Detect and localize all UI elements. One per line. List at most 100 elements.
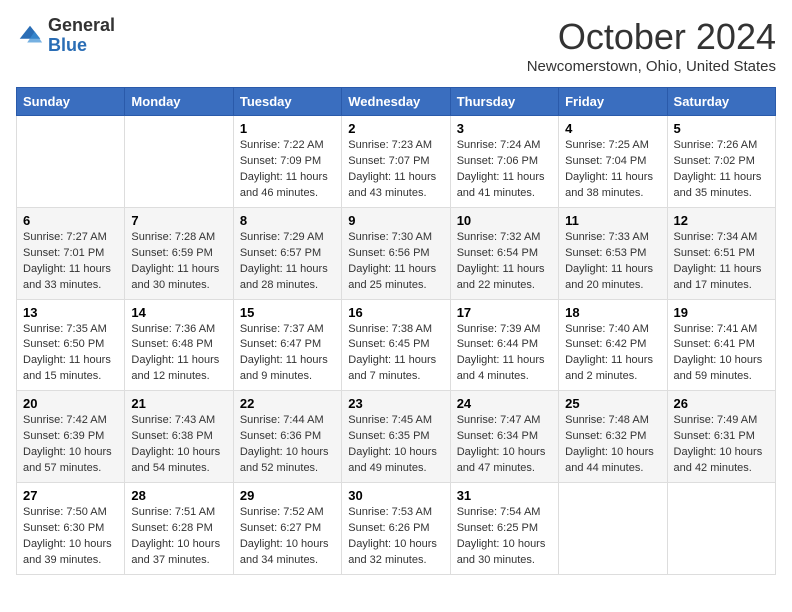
- day-info: Sunrise: 7:48 AM Sunset: 6:32 PM Dayligh…: [565, 413, 660, 477]
- day-info: Sunrise: 7:45 AM Sunset: 6:35 PM Dayligh…: [348, 413, 443, 477]
- day-number: 14: [131, 305, 226, 320]
- day-number: 7: [131, 213, 226, 228]
- day-info: Sunrise: 7:49 AM Sunset: 6:31 PM Dayligh…: [674, 413, 769, 477]
- calendar-cell: 10 Sunrise: 7:32 AM Sunset: 6:54 PM Dayli…: [450, 207, 558, 299]
- page-header: General Blue October 2024 Newcomerstown,…: [16, 16, 776, 75]
- calendar-cell: 31Sunrise: 7:54 AM Sunset: 6:25 PM Dayli…: [450, 483, 558, 575]
- calendar-cell: 13Sunrise: 7:35 AM Sunset: 6:50 PM Dayli…: [17, 299, 125, 391]
- calendar-cell: 22 Sunrise: 7:44 AM Sunset: 6:36 PM Dayli…: [233, 391, 341, 483]
- day-number: 11: [565, 213, 660, 228]
- day-number: 20: [23, 396, 118, 411]
- calendar-cell: 3 Sunrise: 7:24 AM Sunset: 7:06 PM Daylig…: [450, 116, 558, 208]
- logo-line1: General: [48, 16, 115, 36]
- day-number: 30: [348, 488, 443, 503]
- weekday-header: Monday: [125, 88, 233, 116]
- calendar-cell: 29 Sunrise: 7:52 AM Sunset: 6:27 PM Dayli…: [233, 483, 341, 575]
- day-number: 19: [674, 305, 769, 320]
- day-info: Sunrise: 7:32 AM Sunset: 6:54 PM Dayligh…: [457, 230, 552, 294]
- day-info: Sunrise: 7:33 AM Sunset: 6:53 PM Dayligh…: [565, 230, 660, 294]
- calendar-cell: 12 Sunrise: 7:34 AM Sunset: 6:51 PM Dayli…: [667, 207, 775, 299]
- day-info: Sunrise: 7:29 AM Sunset: 6:57 PM Dayligh…: [240, 230, 335, 294]
- day-info: Sunrise: 7:52 AM Sunset: 6:27 PM Dayligh…: [240, 505, 335, 569]
- day-info: Sunrise: 7:28 AM Sunset: 6:59 PM Dayligh…: [131, 230, 226, 294]
- day-number: 27: [23, 488, 118, 503]
- calendar-cell: 30 Sunrise: 7:53 AM Sunset: 6:26 PM Dayli…: [342, 483, 450, 575]
- weekday-header: Saturday: [667, 88, 775, 116]
- day-info: Sunrise: 7:25 AM Sunset: 7:04 PM Dayligh…: [565, 138, 660, 202]
- day-info: Sunrise: 7:41 AM Sunset: 6:41 PM Dayligh…: [674, 322, 769, 386]
- day-info: Sunrise: 7:42 AM Sunset: 6:39 PM Dayligh…: [23, 413, 118, 477]
- calendar-cell: 8 Sunrise: 7:29 AM Sunset: 6:57 PM Daylig…: [233, 207, 341, 299]
- calendar-cell: 2 Sunrise: 7:23 AM Sunset: 7:07 PM Daylig…: [342, 116, 450, 208]
- day-number: 28: [131, 488, 226, 503]
- day-info: Sunrise: 7:44 AM Sunset: 6:36 PM Dayligh…: [240, 413, 335, 477]
- calendar-cell: 15 Sunrise: 7:37 AM Sunset: 6:47 PM Dayli…: [233, 299, 341, 391]
- calendar-cell: 26 Sunrise: 7:49 AM Sunset: 6:31 PM Dayli…: [667, 391, 775, 483]
- day-number: 29: [240, 488, 335, 503]
- weekday-header: Friday: [559, 88, 667, 116]
- weekday-header: Sunday: [17, 88, 125, 116]
- day-number: 13: [23, 305, 118, 320]
- calendar-week-row: 20 Sunrise: 7:42 AM Sunset: 6:39 PM Dayli…: [17, 391, 776, 483]
- day-info: Sunrise: 7:54 AM Sunset: 6:25 PM Dayligh…: [457, 505, 552, 569]
- day-number: 3: [457, 121, 552, 136]
- day-info: Sunrise: 7:26 AM Sunset: 7:02 PM Dayligh…: [674, 138, 769, 202]
- calendar-cell: 9 Sunrise: 7:30 AM Sunset: 6:56 PM Daylig…: [342, 207, 450, 299]
- day-number: 9: [348, 213, 443, 228]
- calendar-cell: 4 Sunrise: 7:25 AM Sunset: 7:04 PM Daylig…: [559, 116, 667, 208]
- day-info: Sunrise: 7:53 AM Sunset: 6:26 PM Dayligh…: [348, 505, 443, 569]
- day-number: 18: [565, 305, 660, 320]
- calendar-cell: 5Sunrise: 7:26 AM Sunset: 7:02 PM Daylig…: [667, 116, 775, 208]
- day-number: 22: [240, 396, 335, 411]
- day-number: 8: [240, 213, 335, 228]
- calendar-cell: 17 Sunrise: 7:39 AM Sunset: 6:44 PM Dayli…: [450, 299, 558, 391]
- day-info: Sunrise: 7:24 AM Sunset: 7:06 PM Dayligh…: [457, 138, 552, 202]
- day-info: Sunrise: 7:22 AM Sunset: 7:09 PM Dayligh…: [240, 138, 335, 202]
- day-info: Sunrise: 7:36 AM Sunset: 6:48 PM Dayligh…: [131, 322, 226, 386]
- day-info: Sunrise: 7:39 AM Sunset: 6:44 PM Dayligh…: [457, 322, 552, 386]
- day-number: 10: [457, 213, 552, 228]
- day-number: 2: [348, 121, 443, 136]
- calendar-cell: 27 Sunrise: 7:50 AM Sunset: 6:30 PM Dayli…: [17, 483, 125, 575]
- calendar-cell: 7 Sunrise: 7:28 AM Sunset: 6:59 PM Daylig…: [125, 207, 233, 299]
- calendar-cell: 19 Sunrise: 7:41 AM Sunset: 6:41 PM Dayli…: [667, 299, 775, 391]
- day-info: Sunrise: 7:43 AM Sunset: 6:38 PM Dayligh…: [131, 413, 226, 477]
- day-number: 12: [674, 213, 769, 228]
- calendar-cell: 21 Sunrise: 7:43 AM Sunset: 6:38 PM Dayli…: [125, 391, 233, 483]
- day-number: 23: [348, 396, 443, 411]
- logo: General Blue: [16, 16, 115, 56]
- day-number: 21: [131, 396, 226, 411]
- logo-line2: Blue: [48, 36, 115, 56]
- day-number: 26: [674, 396, 769, 411]
- calendar-cell: 24Sunrise: 7:47 AM Sunset: 6:34 PM Dayli…: [450, 391, 558, 483]
- day-number: 17: [457, 305, 552, 320]
- calendar-week-row: 6 Sunrise: 7:27 AM Sunset: 7:01 PM Daylig…: [17, 207, 776, 299]
- day-number: 6: [23, 213, 118, 228]
- calendar-cell: 18 Sunrise: 7:40 AM Sunset: 6:42 PM Dayli…: [559, 299, 667, 391]
- weekday-header: Tuesday: [233, 88, 341, 116]
- weekday-header: Thursday: [450, 88, 558, 116]
- day-info: Sunrise: 7:27 AM Sunset: 7:01 PM Dayligh…: [23, 230, 118, 294]
- calendar-week-row: 1Sunrise: 7:22 AM Sunset: 7:09 PM Daylig…: [17, 116, 776, 208]
- day-number: 24: [457, 396, 552, 411]
- day-info: Sunrise: 7:38 AM Sunset: 6:45 PM Dayligh…: [348, 322, 443, 386]
- day-info: Sunrise: 7:50 AM Sunset: 6:30 PM Dayligh…: [23, 505, 118, 569]
- day-number: 16: [348, 305, 443, 320]
- calendar-cell: 23 Sunrise: 7:45 AM Sunset: 6:35 PM Dayli…: [342, 391, 450, 483]
- calendar-cell: 1Sunrise: 7:22 AM Sunset: 7:09 PM Daylig…: [233, 116, 341, 208]
- calendar-cell: [125, 116, 233, 208]
- calendar-week-row: 27 Sunrise: 7:50 AM Sunset: 6:30 PM Dayli…: [17, 483, 776, 575]
- day-number: 4: [565, 121, 660, 136]
- day-number: 15: [240, 305, 335, 320]
- calendar-cell: 20 Sunrise: 7:42 AM Sunset: 6:39 PM Dayli…: [17, 391, 125, 483]
- calendar-cell: 6 Sunrise: 7:27 AM Sunset: 7:01 PM Daylig…: [17, 207, 125, 299]
- day-info: Sunrise: 7:40 AM Sunset: 6:42 PM Dayligh…: [565, 322, 660, 386]
- day-info: Sunrise: 7:34 AM Sunset: 6:51 PM Dayligh…: [674, 230, 769, 294]
- weekday-header: Wednesday: [342, 88, 450, 116]
- day-info: Sunrise: 7:51 AM Sunset: 6:28 PM Dayligh…: [131, 505, 226, 569]
- day-info: Sunrise: 7:30 AM Sunset: 6:56 PM Dayligh…: [348, 230, 443, 294]
- calendar-cell: 11 Sunrise: 7:33 AM Sunset: 6:53 PM Dayli…: [559, 207, 667, 299]
- calendar-cell: [667, 483, 775, 575]
- day-info: Sunrise: 7:37 AM Sunset: 6:47 PM Dayligh…: [240, 322, 335, 386]
- day-info: Sunrise: 7:23 AM Sunset: 7:07 PM Dayligh…: [348, 138, 443, 202]
